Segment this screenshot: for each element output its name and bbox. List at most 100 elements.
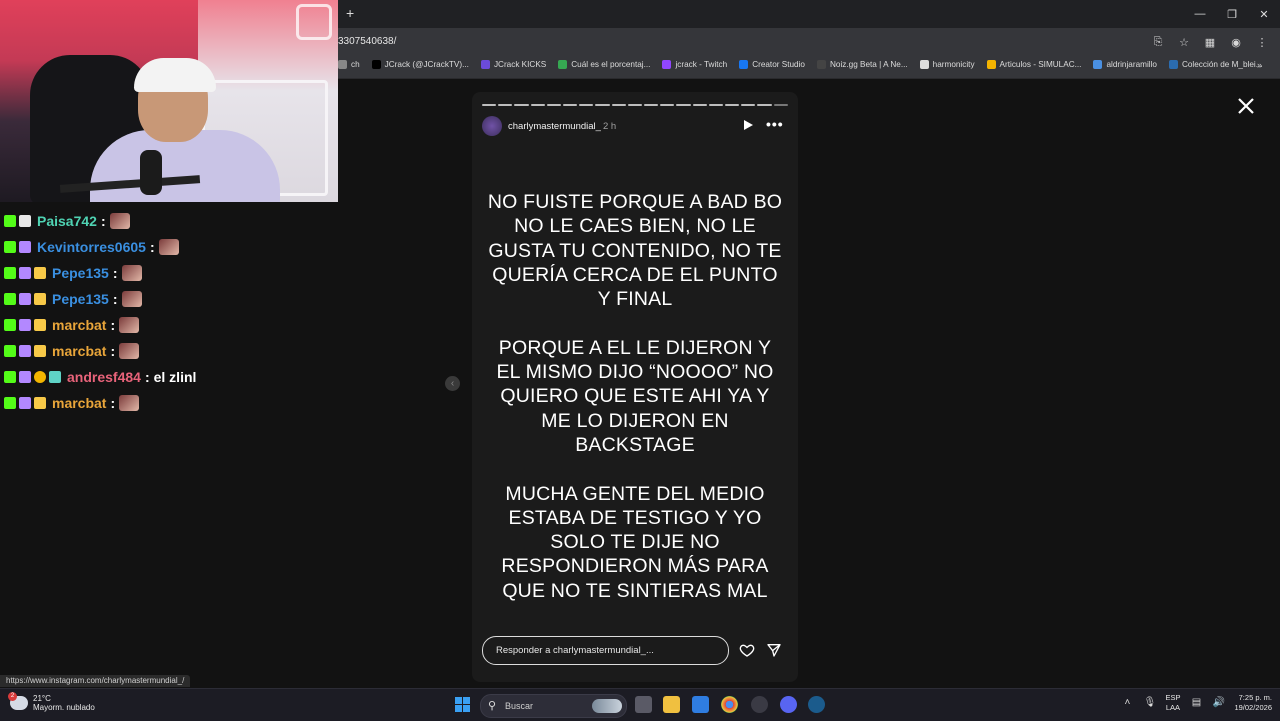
restore-icon[interactable]: ❐: [1216, 0, 1248, 28]
bookmarks-list: ch JCrack (@JCrackTV)... JCrack KICKS Cuál …: [338, 60, 1275, 69]
file-explorer-icon[interactable]: [663, 696, 680, 713]
weather-widget[interactable]: 2 21°C Mayorm. nublado: [8, 692, 95, 712]
globe-icon: [1168, 60, 1178, 69]
bookmark-label: jcrack - Twitch: [675, 60, 728, 69]
install-app-icon[interactable]: ⎘: [1148, 32, 1168, 52]
bookmark-star-icon[interactable]: ☆: [1174, 32, 1194, 52]
bookmarks-overflow-icon[interactable]: »: [1257, 60, 1262, 70]
story-paragraph-2: PORQUE A EL LE DIJERON Y EL MISMO DIJO “…: [496, 336, 774, 456]
bookmark-item[interactable]: Colección de M_blei...: [1168, 60, 1263, 69]
search-highlight-image: [592, 699, 622, 713]
discord-icon[interactable]: [780, 696, 797, 713]
chat-username[interactable]: Pepe135: [52, 265, 109, 281]
bookmark-label: JCrack (@JCrackTV)...: [384, 60, 469, 69]
chat-badge-icon: [34, 319, 46, 331]
bookmark-item[interactable]: jcrack - Twitch: [662, 60, 727, 69]
chat-username[interactable]: marcbat: [52, 317, 106, 333]
previous-story-icon[interactable]: ‹: [445, 376, 460, 391]
bookmark-item[interactable]: JCrack KICKS: [480, 60, 546, 69]
start-button-icon[interactable]: [455, 697, 470, 712]
chat-emote-icon: [119, 395, 140, 411]
system-tray: ˄ 🎙 ESP LAA ▤ 🔊 7:25 p. m. 19/02/2026: [1121, 693, 1272, 713]
chat-badge-icon: [4, 397, 16, 409]
story-progress-segment: [514, 104, 529, 106]
network-icon[interactable]: ▤: [1190, 697, 1202, 709]
send-icon[interactable]: [766, 642, 782, 658]
chat-username[interactable]: Paisa742: [37, 213, 97, 229]
close-window-icon[interactable]: ✕: [1248, 0, 1280, 28]
notion-icon: [919, 60, 929, 69]
microphone-icon[interactable]: 🎙: [1143, 697, 1156, 709]
story-progress-segment: [530, 104, 545, 106]
story-progress-segment: [595, 104, 610, 106]
chat-badge-icon: [4, 241, 16, 253]
menu-kebab-icon[interactable]: ⋮: [1252, 32, 1272, 52]
chat-username[interactable]: marcbat: [52, 395, 106, 411]
chat-emote-icon: [119, 317, 140, 333]
chat-separator: :: [112, 291, 118, 307]
link-status-url: https://www.instagram.com/charlymastermu…: [0, 675, 191, 687]
chat-username[interactable]: andresf484: [67, 369, 141, 385]
bookmark-item[interactable]: Noiz.gg Beta | A Ne...: [816, 60, 908, 69]
taskbar-clock[interactable]: 7:25 p. m. 19/02/2026: [1234, 693, 1272, 713]
chat-username[interactable]: marcbat: [52, 343, 106, 359]
bookmark-item[interactable]: JCrack (@JCrackTV)...: [371, 60, 469, 69]
bookmark-item[interactable]: Cuál es el porcentaj...: [558, 60, 650, 69]
chat-message: marcbat:: [0, 390, 338, 416]
reply-input[interactable]: Responder a charlymastermundial_...: [482, 636, 729, 665]
story-progress-segment: [546, 104, 562, 106]
story-text: NO FUISTE PORQUE A BAD BO NO LE CAES BIE…: [486, 190, 784, 627]
chat-message: Pepe135:: [0, 286, 338, 312]
story-progress-segment: [741, 104, 756, 106]
facebook-icon: [739, 60, 749, 69]
chevron-up-icon[interactable]: ˄: [1121, 697, 1133, 709]
chat-badge-icon: [19, 215, 31, 227]
story-progress-segment: [644, 104, 659, 106]
story-avatar[interactable]: [482, 116, 502, 136]
volume-icon[interactable]: 🔊: [1212, 697, 1224, 709]
google-icon: [558, 60, 568, 69]
minimize-icon[interactable]: —: [1184, 0, 1216, 28]
table-icon: [1093, 60, 1103, 69]
window-controls: — ❐ ✕: [1184, 0, 1280, 28]
stream-chat: Paisa742: Kevintorres0605: Pepe135: Pepe135…: [0, 208, 338, 416]
chat-emote-icon: [158, 239, 179, 255]
language-layout: LAA: [1165, 703, 1181, 712]
outlook-icon[interactable]: [692, 696, 709, 713]
drive-icon: [986, 60, 996, 69]
chat-badge-icon: [4, 215, 16, 227]
url-field[interactable]: 3307540638/: [338, 36, 396, 47]
steam-icon[interactable]: [808, 696, 825, 713]
bookmark-item[interactable]: ch: [338, 60, 360, 69]
bookmark-item[interactable]: harmonicity: [919, 60, 975, 69]
chat-username[interactable]: Pepe135: [52, 291, 109, 307]
webcam-streamer-cap: [134, 58, 216, 92]
story-username[interactable]: charlymastermundial_: [508, 121, 601, 132]
more-options-icon[interactable]: •••: [766, 116, 784, 132]
chat-badge-icon: [34, 267, 46, 279]
taskbar-search[interactable]: ⚲ Buscar: [480, 694, 627, 718]
bookmark-item[interactable]: Articulos - SIMULAC...: [986, 60, 1081, 69]
chat-separator: :: [110, 317, 116, 333]
play-icon[interactable]: [744, 120, 753, 130]
obs-icon[interactable]: [751, 696, 768, 713]
bookmark-item[interactable]: Creator Studio: [739, 60, 805, 69]
kick-icon: [480, 60, 490, 69]
story-progress-segment: [611, 104, 626, 106]
story-time: 2 h: [603, 121, 617, 132]
chat-badge-icon: [19, 319, 31, 331]
chat-badge-icon: [4, 345, 16, 357]
chrome-icon[interactable]: [721, 696, 738, 713]
close-story-icon[interactable]: [1236, 96, 1256, 116]
story-progress-segment: [563, 104, 578, 106]
story-progress-segment: [498, 104, 513, 106]
extensions-icon[interactable]: ▦: [1200, 32, 1220, 52]
task-view-icon[interactable]: [635, 696, 652, 713]
heart-icon[interactable]: [739, 642, 755, 658]
bookmark-item[interactable]: aldrinjaramillo: [1093, 60, 1157, 69]
new-tab-button[interactable]: +: [346, 6, 360, 20]
profile-icon[interactable]: ◉: [1226, 32, 1246, 52]
language-indicator[interactable]: ESP LAA: [1165, 693, 1180, 713]
chat-username[interactable]: Kevintorres0605: [37, 239, 146, 255]
bookmark-label: Creator Studio: [752, 60, 805, 69]
